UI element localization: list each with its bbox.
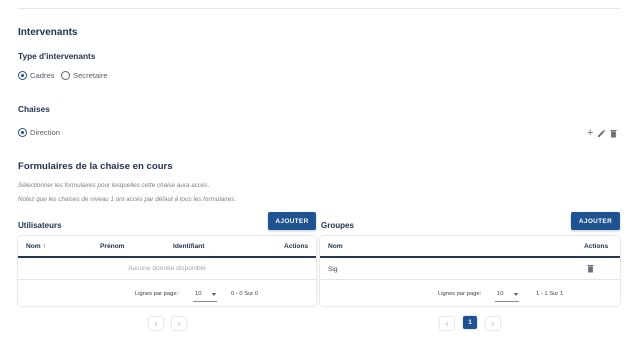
column-prenom[interactable]: Prénom: [100, 243, 125, 250]
chaises-label: Chaises: [18, 104, 50, 114]
radio-cadres[interactable]: Cadres: [18, 71, 54, 80]
pencil-icon[interactable]: [597, 129, 606, 138]
add-utilisateur-button[interactable]: AJOUTER: [268, 212, 316, 230]
column-actions: Actions: [284, 243, 309, 250]
table-header: Nom ↑ Prénom Identifiant Actions: [18, 236, 316, 256]
table-footer: Lignes par page: 10 0 - 0 Sur 0: [18, 282, 316, 306]
top-divider: [18, 8, 620, 9]
radio-secretaire-label: Secretaire: [73, 71, 108, 80]
rows-per-page-label: Lignes par page:: [135, 291, 179, 297]
chaise-toolbar: +: [587, 128, 617, 139]
caret-down-icon: [212, 293, 216, 296]
range-text: 0 - 0 Sur 0: [231, 291, 259, 297]
section-title: Intervenants: [18, 27, 78, 38]
range-text: 1 - 1 Sur 1: [536, 291, 564, 297]
prev-page-button[interactable]: ‹: [440, 317, 454, 330]
groupes-title: Groupes: [321, 221, 354, 230]
groupes-table: Nom Actions Sig Lignes par page: 10 1 - …: [320, 236, 620, 306]
caret-down-icon: [514, 293, 518, 296]
column-nom[interactable]: Nom: [328, 243, 343, 250]
radio-selected-icon: [18, 128, 27, 137]
empty-text: Aucune donnée disponible: [128, 265, 206, 272]
radio-unselected-icon: [61, 71, 70, 80]
rows-per-page-select[interactable]: 10: [193, 287, 217, 302]
formulaires-note-1: Sélectionner les formulaires pour lesque…: [18, 182, 210, 189]
table-footer: Lignes par page: 10 1 - 1 Sur 1: [320, 282, 620, 306]
trash-icon[interactable]: [610, 129, 617, 138]
radio-cadres-label: Cadres: [30, 71, 55, 80]
row-nom: Sig: [328, 266, 338, 273]
radio-secretaire[interactable]: Secretaire: [61, 71, 108, 80]
table-header: Nom Actions: [320, 236, 620, 256]
rows-per-page-value: 10: [497, 291, 504, 297]
column-nom[interactable]: Nom ↑: [26, 243, 46, 250]
rows-per-page-value: 10: [195, 291, 202, 297]
radio-selected-icon: [18, 71, 27, 80]
add-groupe-button[interactable]: AJOUTER: [571, 212, 620, 230]
radio-direction[interactable]: Direction: [18, 128, 60, 137]
plus-icon[interactable]: +: [587, 128, 593, 139]
formulaires-title: Formulaires de la chaise en cours: [18, 161, 173, 172]
trash-icon[interactable]: [587, 264, 594, 273]
page-1-button[interactable]: 1: [463, 316, 477, 329]
column-actions: Actions: [584, 243, 609, 250]
radio-direction-label: Direction: [30, 128, 60, 137]
prev-page-button[interactable]: ‹: [149, 317, 163, 330]
column-identifiant[interactable]: Identifiant: [173, 243, 205, 250]
sort-arrow-icon: ↑: [42, 243, 46, 250]
formulaires-note-2: Notez que les chaises de niveau 1 ont ac…: [18, 196, 237, 203]
utilisateurs-title: Utilisateurs: [18, 221, 62, 230]
next-page-button[interactable]: ›: [172, 317, 186, 330]
next-page-button[interactable]: ›: [486, 317, 500, 330]
rows-per-page-select[interactable]: 10: [495, 287, 519, 302]
table-row: Sig: [320, 258, 620, 280]
type-intervenants-label: Type d'intervenants: [18, 51, 96, 61]
empty-row: Aucune donnée disponible: [18, 258, 316, 280]
utilisateurs-table: Nom ↑ Prénom Identifiant Actions Aucune …: [18, 236, 316, 306]
rows-per-page-label: Lignes par page:: [438, 291, 482, 297]
